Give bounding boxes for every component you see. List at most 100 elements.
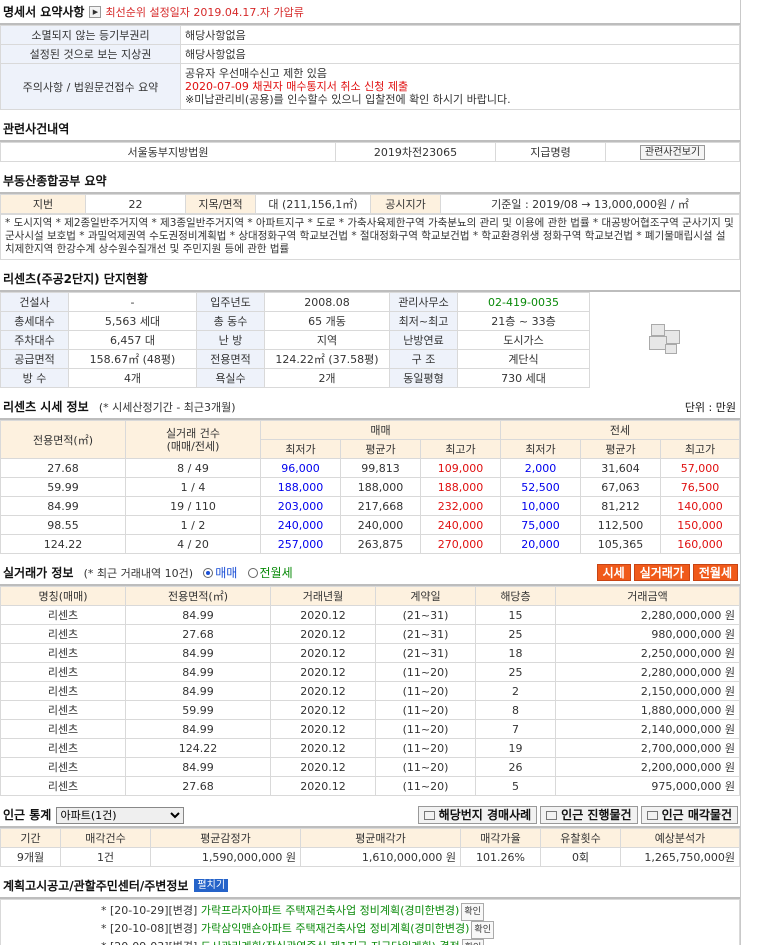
market-cell: 27.68: [0, 458, 126, 478]
market-cell: 96,000: [260, 458, 341, 478]
deal-cell: 2020.12: [270, 776, 376, 796]
deal-row: 리센츠 84.99 2020.12 (11~20) 25 2,280,000,000 원: [0, 662, 740, 682]
deal-row: 리센츠 124.22 2020.12 (11~20) 19 2,700,000,000 원: [0, 738, 740, 758]
summary-title: 명세서 요약사항: [3, 5, 85, 19]
lease-button[interactable]: 전월세: [692, 564, 738, 581]
plan-link[interactable]: 가락삼익맨숀아파트 주택재건축사업 정비계획(경미한변경): [201, 922, 470, 935]
nearby-table: 기간 매각건수 평균감정가 평균매각가 매각가율 유찰횟수 예상분석가 9개월 …: [0, 828, 740, 867]
deal-cell: 2020.12: [270, 624, 376, 644]
complex-label: 공급면적: [0, 349, 69, 369]
plan-item: * [20-10-08][변경] 가락삼익맨숀아파트 주택재건축사업 정비계획(…: [101, 921, 739, 939]
market-price-button[interactable]: 시세: [596, 564, 631, 581]
market-h-count-line1: 실거래 건수: [165, 426, 221, 440]
floorplan-icon[interactable]: [645, 320, 685, 360]
deal-cell: 84.99: [125, 757, 271, 777]
complex-value: 21층 ~ 33층: [457, 311, 590, 331]
market-title: 리센츠 시세 정보: [3, 400, 89, 414]
nearby-title: 인근 통계: [3, 807, 52, 822]
plan-tag: * [20-10-29][변경]: [101, 904, 201, 917]
deal-cell: 27.68: [125, 624, 271, 644]
deals-header: 실거래가 정보 (* 최근 거래내역 10건) 매매 전월세 시세 실거래가 전월세: [0, 561, 740, 586]
related-table: 서울동부지방법원 2019차전23065 지급명령 관련사건보기: [0, 142, 740, 162]
market-h-count-line2: (매매/전세): [166, 439, 220, 453]
caution-line: ※미납관리비(공용)를 인수할수 있으니 입찰전에 확인 하시기 바랍니다.: [185, 93, 511, 106]
deal-row: 리센츠 84.99 2020.12 (11~20) 2 2,150,000,000 원: [0, 681, 740, 701]
nearby-cell: 1,265,750,000원: [620, 847, 740, 867]
deal-cell: 2020.12: [270, 643, 376, 663]
radio-lease-label[interactable]: 전월세: [260, 566, 293, 580]
deal-cell: 980,000,000 원: [555, 624, 740, 644]
nearby-ongoing-label: 인근 진행물건: [561, 807, 632, 822]
nearby-sold-button[interactable]: 인근 매각물건: [640, 805, 738, 824]
deal-cell: 2: [475, 681, 556, 701]
plan-tag: * [20-09-03][변경]: [101, 940, 201, 945]
radio-sale-label[interactable]: 매매: [215, 566, 237, 580]
related-type: 지급명령: [495, 142, 606, 162]
check-button[interactable]: 확인: [471, 921, 494, 939]
case-history-button[interactable]: 해당번지 경매사례: [417, 805, 538, 824]
radio-sale[interactable]: [203, 568, 214, 578]
deals-title: 실거래가 정보: [3, 566, 74, 580]
right-divider: [740, 0, 741, 945]
summary-note: 최선순위 설정일자 2019.04.17.자 가압류: [105, 5, 304, 19]
deal-cell: (11~20): [375, 719, 476, 739]
deal-cell: 59.99: [125, 700, 271, 720]
folder-icon: [646, 810, 658, 820]
market-h-min: 최저가: [260, 439, 341, 459]
complex-label: 관리사무소: [389, 292, 458, 312]
plan-tag: * [20-10-08][변경]: [101, 922, 201, 935]
market-subtitle: (* 시세산정기간 - 최근3개월): [98, 401, 236, 414]
plan-link[interactable]: 도시관리계획(잠실광역중심 제1지구 지구단위계획) 결정: [201, 940, 460, 945]
market-h-sale: 매매: [260, 420, 501, 440]
market-cell: 124.22: [0, 534, 126, 554]
complex-label: 구 조: [389, 349, 458, 369]
complex-value: 730 세대: [457, 368, 590, 388]
market-cell: 232,000: [420, 496, 501, 516]
deal-cell: 124.22: [125, 738, 271, 758]
deals-h-name: 명칭(매매): [0, 586, 126, 606]
play-icon[interactable]: ▶: [89, 5, 102, 18]
expand-button[interactable]: 펼치기: [194, 879, 229, 892]
land-header: 부동산종합공부 요약: [0, 169, 740, 194]
summary-label: 설정된 것으로 보는 지상권: [0, 44, 181, 64]
market-cell: 10,000: [500, 496, 581, 516]
office-phone: 02-419-0035: [457, 292, 590, 312]
deal-cell: 25: [475, 662, 556, 682]
market-h-count: 실거래 건수 (매매/전세): [125, 420, 261, 459]
floorplan-cell[interactable]: [590, 293, 741, 388]
deal-cell: 2,150,000,000 원: [555, 681, 740, 701]
deal-cell: (11~20): [375, 662, 476, 682]
summary-value: 해당사항없음: [180, 44, 740, 64]
plan-link[interactable]: 가락프라자아파트 주택재건축사업 정비계획(경미한변경): [201, 904, 459, 917]
complex-label: 욕실수: [196, 368, 265, 388]
complex-label: 건설사: [0, 292, 69, 312]
nearby-cell: 101.26%: [460, 847, 541, 867]
deal-cell: 84.99: [125, 643, 271, 663]
deals-h-price: 거래금액: [555, 586, 740, 606]
property-type-select[interactable]: 아파트(1건): [55, 806, 184, 824]
deal-row: 리센츠 59.99 2020.12 (11~20) 8 1,880,000,000 원: [0, 700, 740, 720]
complex-value: -: [68, 292, 197, 312]
deal-cell: 1,880,000,000 원: [555, 700, 740, 720]
related-view-button[interactable]: 관련사건보기: [639, 144, 706, 160]
real-price-button[interactable]: 실거래가: [633, 564, 690, 581]
page: 명세서 요약사항 ▶ 최선순위 설정일자 2019.04.17.자 가압류 소멸…: [0, 0, 740, 945]
nearby-ongoing-button[interactable]: 인근 진행물건: [540, 805, 638, 824]
market-unit: 단위 : 만원: [684, 400, 736, 414]
deal-cell: 2020.12: [270, 605, 376, 625]
zoning-notes: * 도시지역 * 제2종일반주거지역 * 제3종일반주거지역 * 아파트지구 *…: [0, 214, 740, 260]
area-value: 대 (211,156,1㎡): [255, 194, 371, 214]
deals-h-floor: 해당층: [475, 586, 556, 606]
price-value: 기준일 : 2019/08 → 13,000,000원 / ㎡: [440, 194, 740, 214]
market-h-avg: 평균가: [580, 439, 661, 459]
check-button[interactable]: 확인: [461, 903, 484, 921]
radio-lease[interactable]: [247, 568, 258, 578]
deal-cell: (11~20): [375, 776, 476, 796]
deal-cell: 리센츠: [0, 700, 126, 720]
market-cell: 188,000: [340, 477, 421, 497]
market-cell: 188,000: [260, 477, 341, 497]
deal-cell: (21~31): [375, 643, 476, 663]
deal-cell: 26: [475, 757, 556, 777]
market-cell: 150,000: [660, 515, 740, 535]
check-button[interactable]: 확인: [461, 939, 485, 945]
